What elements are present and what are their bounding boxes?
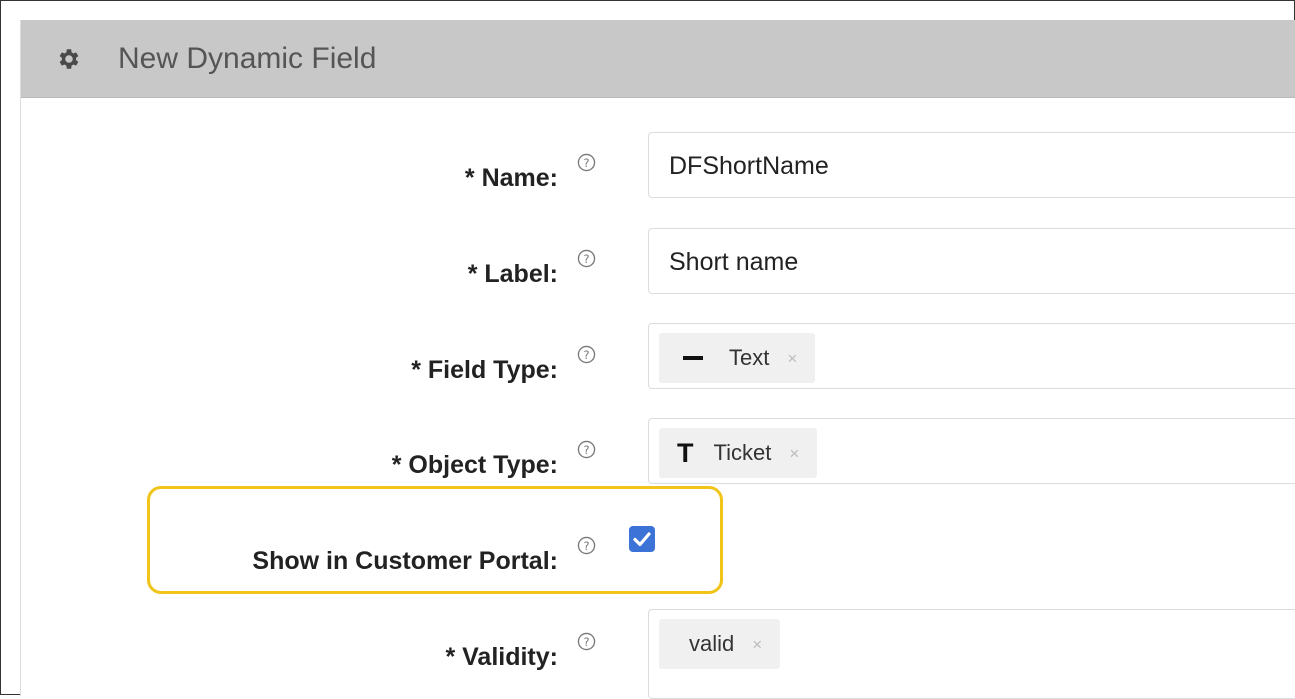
label-label: * Label: — [467, 260, 558, 288]
dynamic-field-panel: New Dynamic Field * Name: ? DFShortName … — [20, 20, 1295, 699]
svg-text:?: ? — [583, 252, 589, 266]
panel-header: New Dynamic Field — [21, 20, 1295, 98]
remove-icon[interactable]: × — [752, 636, 762, 653]
remove-icon[interactable]: × — [787, 350, 797, 367]
name-input-value: DFShortName — [669, 152, 829, 180]
object-type-label: * Object Type: — [391, 451, 558, 479]
help-icon[interactable]: ? — [577, 345, 596, 364]
object-type-select[interactable]: T Ticket × — [648, 418, 1295, 484]
svg-text:?: ? — [583, 635, 589, 649]
t-icon: T — [677, 437, 694, 468]
help-icon[interactable]: ? — [577, 440, 596, 459]
page-title: New Dynamic Field — [118, 42, 377, 75]
name-input[interactable]: DFShortName — [648, 132, 1295, 198]
field-type-label: * Field Type: — [411, 356, 558, 384]
object-type-value: Ticket — [713, 440, 772, 465]
highlight-box — [147, 486, 723, 594]
validity-value: valid — [689, 631, 735, 656]
label-input-value: Short name — [669, 248, 799, 276]
validity-select[interactable]: valid × — [648, 609, 1295, 699]
remove-icon[interactable]: × — [789, 445, 799, 462]
screenshot-frame: New Dynamic Field * Name: ? DFShortName … — [0, 0, 1295, 699]
validity-label: * Validity: — [445, 643, 558, 671]
name-label: * Name: — [464, 164, 558, 192]
field-type-value: Text — [729, 345, 770, 370]
object-type-tag: T Ticket × — [659, 428, 818, 478]
dash-icon — [683, 356, 703, 360]
svg-text:?: ? — [583, 443, 589, 457]
svg-text:?: ? — [583, 156, 589, 170]
help-icon[interactable]: ? — [577, 153, 596, 172]
field-type-tag: Text × — [659, 333, 816, 383]
field-type-select[interactable]: Text × — [648, 323, 1295, 389]
label-input[interactable]: Short name — [648, 228, 1295, 294]
gear-icon — [59, 49, 79, 69]
svg-text:?: ? — [583, 348, 589, 362]
help-icon[interactable]: ? — [577, 249, 596, 268]
help-icon[interactable]: ? — [577, 632, 596, 651]
validity-tag: valid × — [659, 619, 781, 669]
